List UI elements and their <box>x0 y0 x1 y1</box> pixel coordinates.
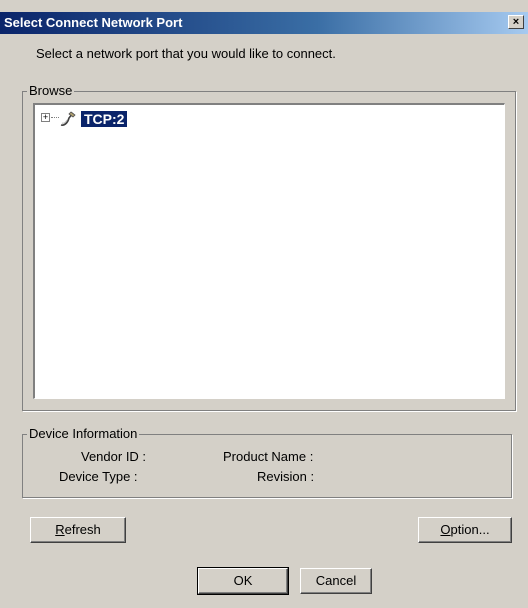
option-label: ption... <box>450 522 490 537</box>
revision-label: Revision : <box>257 469 315 484</box>
device-type-label: Device Type : <box>59 469 138 484</box>
close-button[interactable]: × <box>508 15 524 29</box>
cancel-button[interactable]: Cancel <box>300 568 372 594</box>
instructions-text: Select a network port that you would lik… <box>36 46 336 61</box>
refresh-label: efresh <box>64 522 101 537</box>
port-tree[interactable]: + TCP:2 <box>33 103 505 399</box>
window-title: Select Connect Network Port <box>4 15 183 30</box>
product-name-label: Product Name : <box>223 449 314 464</box>
vendor-id-label: Vendor ID : <box>81 449 147 464</box>
browse-group: Browse + TCP:2 <box>22 83 516 411</box>
title-bar[interactable]: Select Connect Network Port × <box>0 12 528 34</box>
network-port-icon <box>59 110 77 128</box>
ok-button[interactable]: OK <box>197 567 289 595</box>
expand-icon[interactable]: + <box>41 113 50 122</box>
device-information-label: Device Information <box>27 426 140 442</box>
device-information-group: Device Information Vendor ID : Device Ty… <box>22 426 512 498</box>
close-icon: × <box>512 16 520 28</box>
browse-group-label: Browse <box>27 83 75 99</box>
option-button[interactable]: Option... <box>418 517 512 543</box>
option-mnemonic: O <box>440 522 451 537</box>
select-network-port-dialog: Select Connect Network Port × Select a n… <box>0 0 528 608</box>
refresh-button[interactable]: Refresh <box>30 517 126 543</box>
tree-connector <box>51 117 59 118</box>
tree-item-label[interactable]: TCP:2 <box>81 111 128 127</box>
refresh-mnemonic: R <box>55 522 65 537</box>
